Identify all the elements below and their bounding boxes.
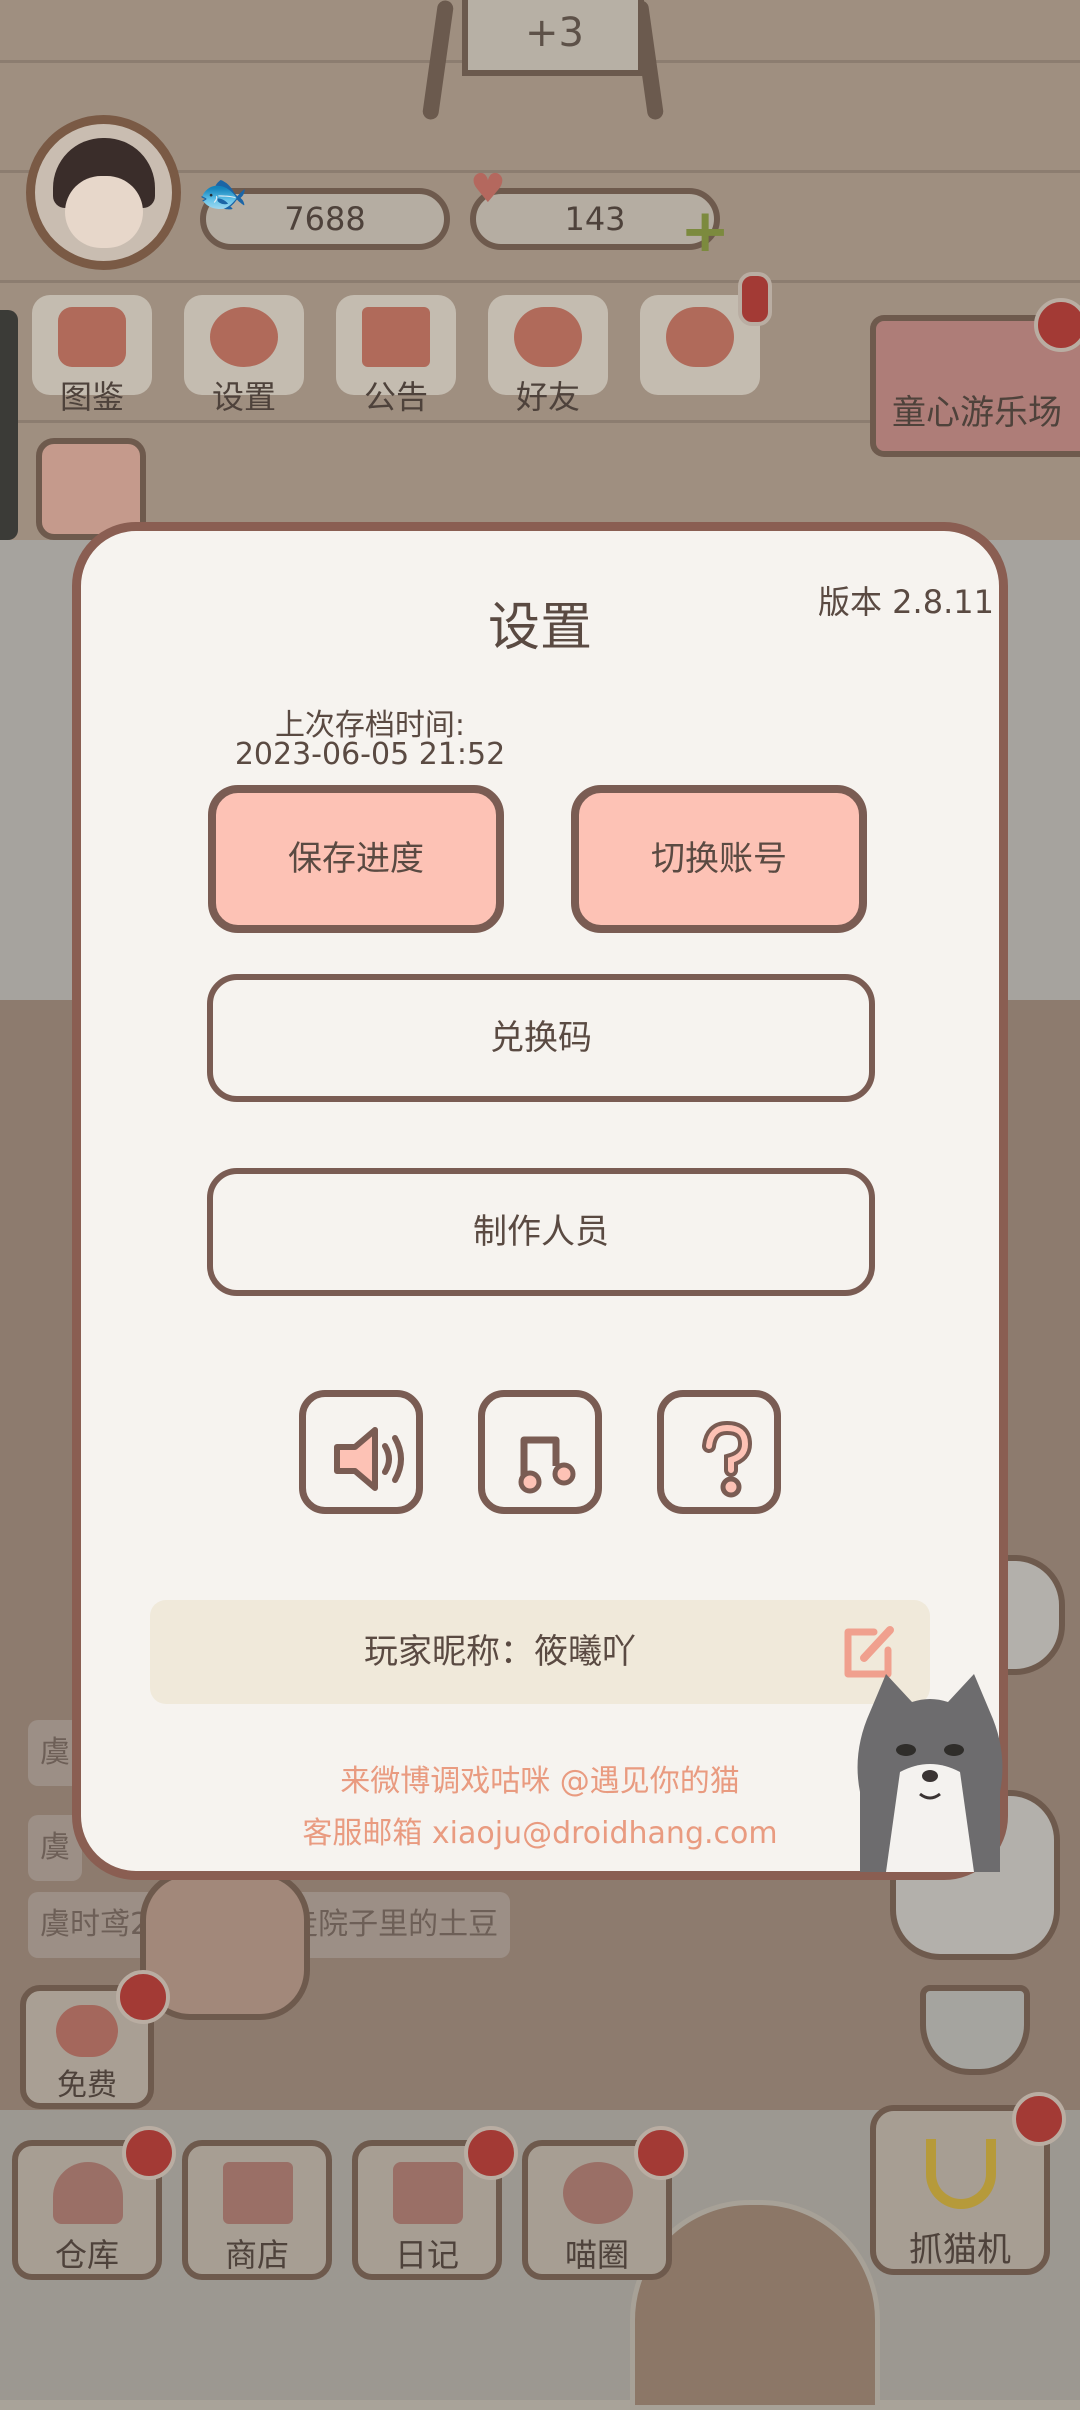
sound-toggle-button[interactable]: [299, 1390, 423, 1514]
speaker-icon: [334, 1427, 404, 1491]
help-button[interactable]: [657, 1390, 781, 1514]
redeem-code-button[interactable]: 兑换码: [207, 974, 875, 1102]
help-icon: [702, 1420, 753, 1498]
music-icon: [518, 1436, 576, 1494]
switch-account-button[interactable]: 切换账号: [571, 785, 867, 933]
cat-sticker: [857, 1674, 1003, 1872]
credits-button[interactable]: 制作人员: [207, 1168, 875, 1296]
player-nickname: 玩家昵称：筱曦吖: [364, 1632, 636, 1672]
version-label: 版本 2.8.11: [818, 583, 994, 621]
edit-nickname-icon[interactable]: [840, 1620, 900, 1680]
last-save-time: 2023-06-05 21:52: [234, 737, 506, 772]
save-progress-button[interactable]: 保存进度: [208, 785, 504, 933]
music-toggle-button[interactable]: [478, 1390, 602, 1514]
